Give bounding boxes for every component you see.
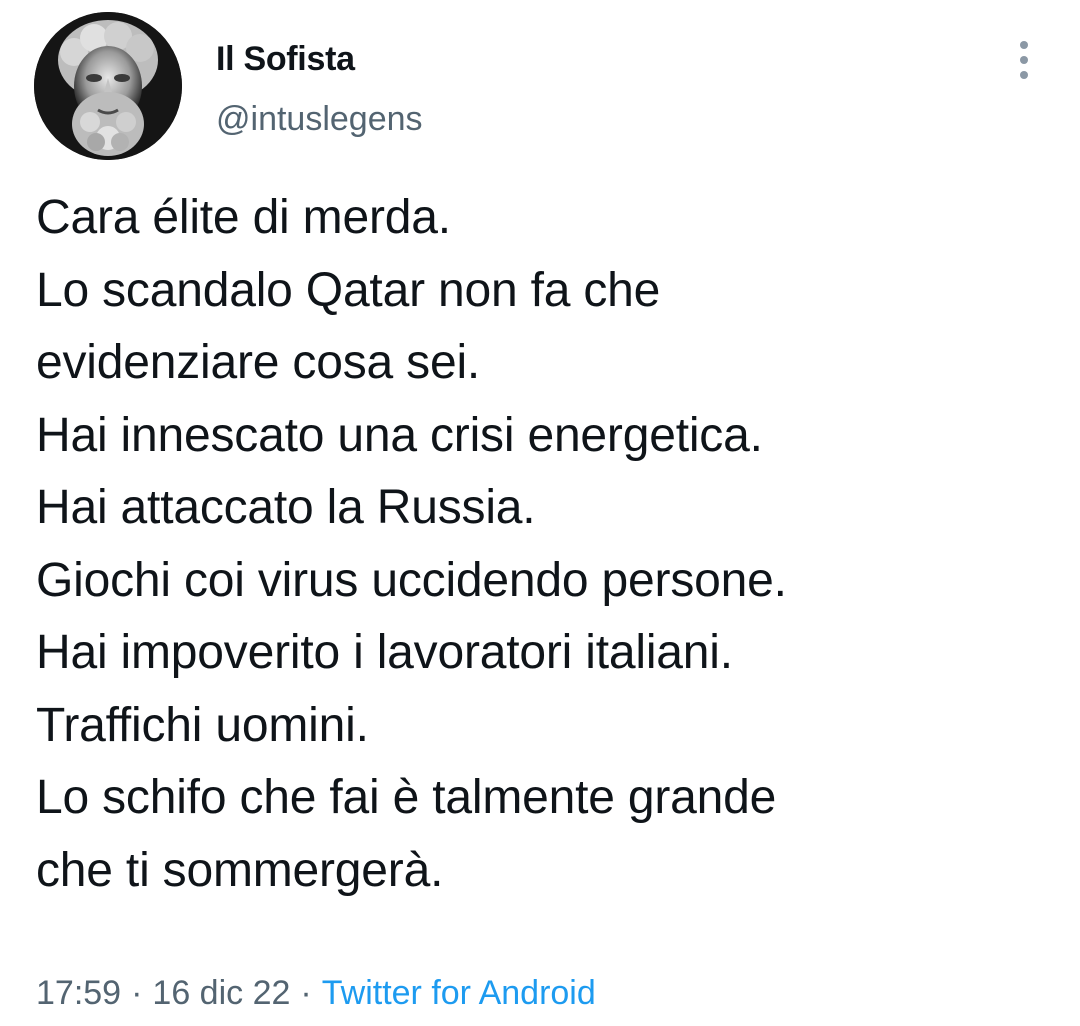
tweet-date[interactable]: 16 dic 22 <box>152 974 290 1012</box>
more-options-button[interactable] <box>1004 36 1044 84</box>
tweet-text-line: evidenziare cosa sei. <box>36 336 481 389</box>
tweet-text-line: Hai attaccato la Russia. <box>36 481 536 534</box>
avatar[interactable] <box>34 12 182 160</box>
tweet-text: Cara élite di merda. Lo scandalo Qatar n… <box>36 182 1056 907</box>
tweet-text-line: Giochi coi virus uccidendo persone. <box>36 553 787 607</box>
tweet-text-line: Lo scandalo Qatar non fa che <box>36 263 661 317</box>
tweet-text-line: Cara élite di merda. <box>36 191 451 244</box>
tweet-time[interactable]: 17:59 <box>36 974 121 1012</box>
tweet-text-line: Lo schifo che fai è talmente grande <box>36 771 777 824</box>
meta-separator: · <box>300 974 312 1012</box>
tweet-text-line: Traffichi uomini. <box>36 698 369 752</box>
tweet-meta: 17:59 · 16 dic 22 · Twitter for Android <box>36 974 596 1013</box>
more-vertical-icon <box>1020 41 1028 49</box>
tweet-card: Il Sofista @intuslegens Cara élite di me… <box>0 0 1080 1026</box>
tweet-text-line: che ti sommergerà. <box>36 843 444 897</box>
author-handle[interactable]: @intuslegens <box>216 100 423 139</box>
meta-separator: · <box>131 974 143 1012</box>
more-vertical-icon <box>1020 71 1028 79</box>
more-vertical-icon <box>1020 56 1028 64</box>
author-name[interactable]: Il Sofista <box>216 40 355 79</box>
bust-portrait-icon <box>34 12 182 160</box>
tweet-source-link[interactable]: Twitter for Android <box>322 974 596 1012</box>
tweet-text-line: Hai innescato una crisi energetica. <box>36 408 763 462</box>
tweet-text-line: Hai impoverito i lavoratori italiani. <box>36 626 733 679</box>
